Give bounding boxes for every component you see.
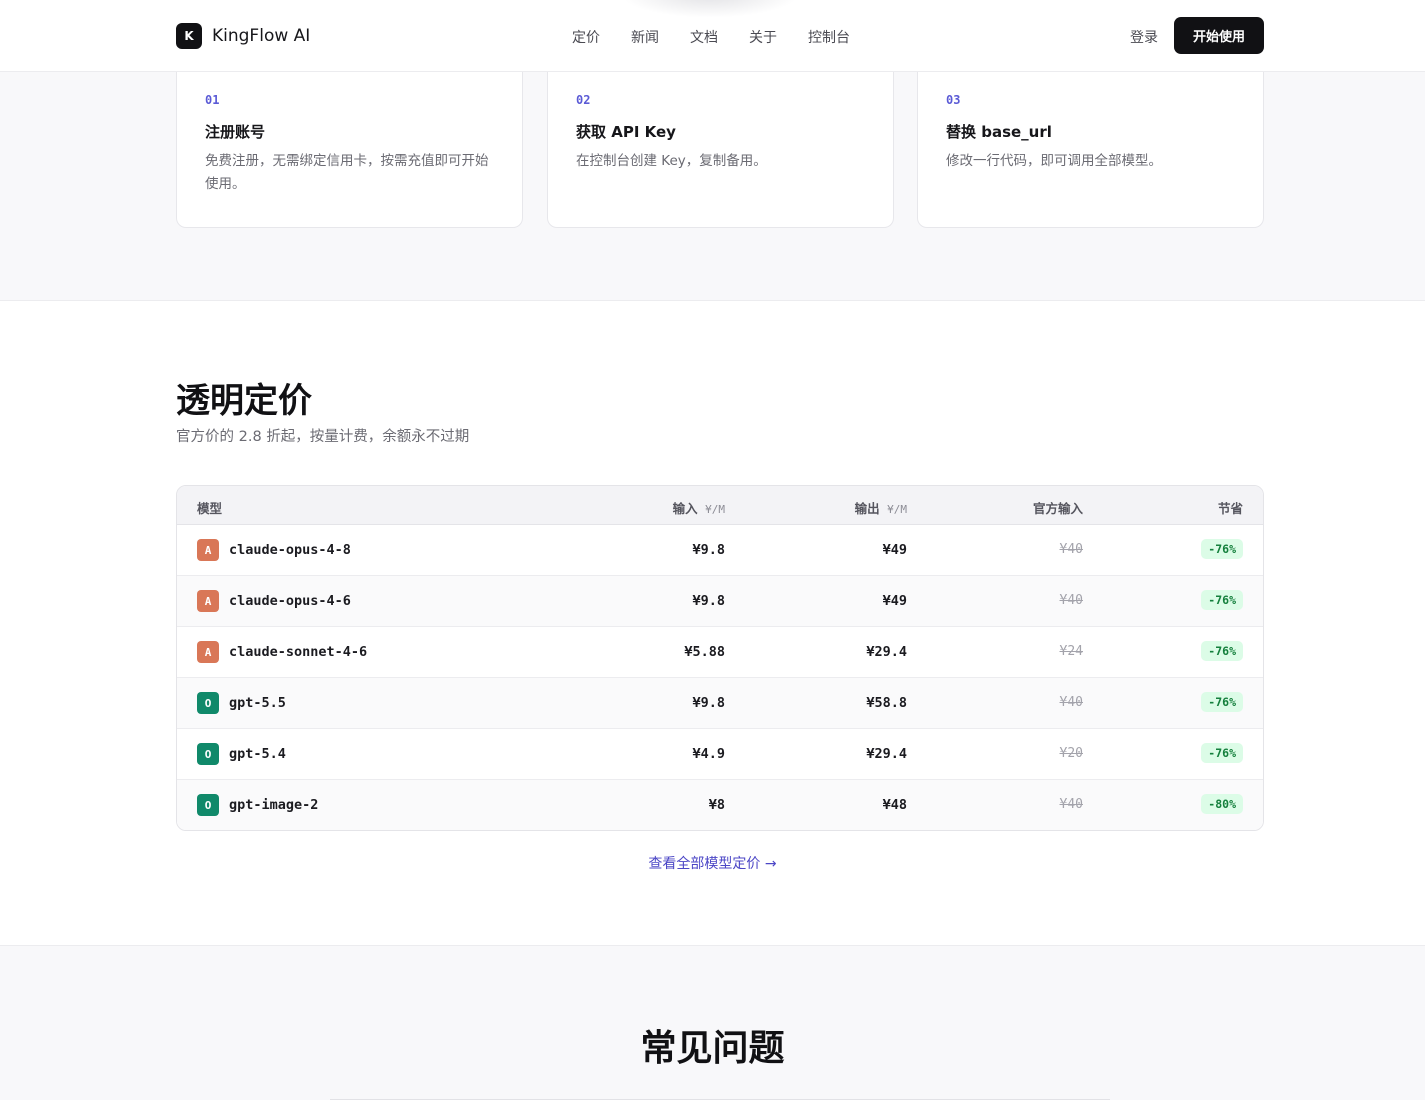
nav-link-pricing[interactable]: 定价 [572,27,600,47]
login-link[interactable]: 登录 [1130,27,1158,47]
provider-icon: O [197,794,219,816]
step-number: 02 [576,93,591,107]
table-row: Ogpt-5.4 ¥4.9 ¥29.4 ¥20 -76% [177,729,1263,780]
model-name: gpt-5.4 [229,746,286,762]
header-model: 模型 [197,501,223,516]
model-cell: Ogpt-5.5 [197,692,286,714]
step-number: 03 [946,93,961,107]
input-price: ¥9.8 [692,593,725,609]
input-price: ¥9.8 [692,542,725,558]
table-header: 模型 输入 ¥/M 输出 ¥/M 官方输入 节省 [177,486,1263,525]
provider-icon: A [197,539,219,561]
brand-name: KingFlow AI [212,26,311,46]
nav-link-console[interactable]: 控制台 [808,27,850,47]
step-description: 修改一行代码，即可调用全部模型。 [946,153,1162,169]
input-price: ¥9.8 [692,695,725,711]
step-title: 获取 API Key [576,123,676,141]
steps-section: 01 注册账号 免费注册，无需绑定信用卡，按需充值即可开始使用。 02 获取 A… [0,71,1425,301]
savings-badge: -76% [1201,539,1243,559]
model-cell: Aclaude-sonnet-4-6 [197,641,367,663]
table-row: Aclaude-opus-4-6 ¥9.8 ¥49 ¥40 -76% [177,576,1263,627]
pricing-subtitle: 官方价的 2.8 折起，按量计费，余额永不过期 [176,429,470,445]
step-title: 注册账号 [205,123,266,141]
nav-links: 定价 新闻 文档 关于 控制台 [572,27,850,47]
model-cell: Aclaude-opus-4-8 [197,539,351,561]
provider-icon: A [197,590,219,612]
model-name: claude-opus-4-6 [229,593,351,609]
pricing-section: 透明定价 官方价的 2.8 折起，按量计费，余额永不过期 模型 输入 ¥/M 输… [0,301,1425,945]
step-card-base-url: 03 替换 base_url 修改一行代码，即可调用全部模型。 [917,71,1264,228]
model-cell: Ogpt-5.4 [197,743,286,765]
provider-icon: O [197,743,219,765]
official-price: ¥40 [1059,542,1083,557]
official-price: ¥40 [1059,593,1083,608]
pricing-title: 透明定价 [176,381,312,421]
view-all-pricing-link[interactable]: 查看全部模型定价 → [0,853,1425,873]
step-title: 替换 base_url [946,123,1052,141]
step-card-api-key: 02 获取 API Key 在控制台创建 Key，复制备用。 [547,71,894,228]
model-name: claude-sonnet-4-6 [229,644,368,660]
pricing-table: 模型 输入 ¥/M 输出 ¥/M 官方输入 节省 Aclaude-opus-4-… [176,485,1264,831]
table-row: Ogpt-5.5 ¥9.8 ¥58.8 ¥40 -76% [177,678,1263,729]
input-price: ¥8 [708,797,725,813]
nav-link-news[interactable]: 新闻 [631,27,659,47]
nav-link-about[interactable]: 关于 [749,27,777,47]
official-price: ¥20 [1059,746,1083,761]
model-name: gpt-image-2 [229,797,319,813]
get-started-button[interactable]: 开始使用 [1174,17,1264,54]
official-price: ¥24 [1059,644,1083,659]
step-card-register: 01 注册账号 免费注册，无需绑定信用卡，按需充值即可开始使用。 [176,71,523,228]
table-row: Aclaude-opus-4-8 ¥9.8 ¥49 ¥40 -76% [177,525,1263,576]
brand[interactable]: K KingFlow AI [176,23,310,49]
savings-badge: -76% [1201,590,1243,610]
table-row: Ogpt-image-2 ¥8 ¥48 ¥40 -80% [177,780,1263,830]
output-price: ¥29.4 [866,746,907,762]
input-price: ¥5.88 [684,644,725,660]
output-price: ¥58.8 [866,695,907,711]
savings-badge: -76% [1201,743,1243,763]
step-description: 在控制台创建 Key，复制备用。 [576,153,767,169]
official-price: ¥40 [1059,695,1083,710]
provider-icon: O [197,692,219,714]
savings-badge: -76% [1201,641,1243,661]
provider-icon: A [197,641,219,663]
output-price: ¥29.4 [866,644,907,660]
model-cell: Aclaude-opus-4-6 [197,590,351,612]
brand-logo-icon: K [176,23,202,49]
header-output: 输出 ¥/M [854,501,907,516]
savings-badge: -80% [1201,794,1243,814]
savings-badge: -76% [1201,692,1243,712]
header-savings: 节省 [1217,501,1243,516]
input-price: ¥4.9 [692,746,725,762]
model-cell: Ogpt-image-2 [197,794,318,816]
step-description: 免费注册，无需绑定信用卡，按需充值即可开始使用。 [205,153,489,192]
table-row: Aclaude-sonnet-4-6 ¥5.88 ¥29.4 ¥24 -76% [177,627,1263,678]
top-navbar: K KingFlow AI 定价 新闻 文档 关于 控制台 登录 开始使用 [0,0,1425,72]
output-price: ¥48 [882,797,907,813]
faq-title: 常见问题 [640,1028,785,1069]
faq-section: 常见问题 [0,945,1425,1100]
official-price: ¥40 [1059,797,1083,812]
output-price: ¥49 [882,542,907,558]
header-input: 输入 ¥/M [672,501,725,516]
nav-glow-decoration [620,0,800,18]
model-name: claude-opus-4-8 [229,542,351,558]
header-official-input: 官方输入 [1032,501,1083,516]
model-name: gpt-5.5 [229,695,286,711]
nav-link-docs[interactable]: 文档 [690,27,718,47]
output-price: ¥49 [882,593,907,609]
step-number: 01 [205,93,220,107]
